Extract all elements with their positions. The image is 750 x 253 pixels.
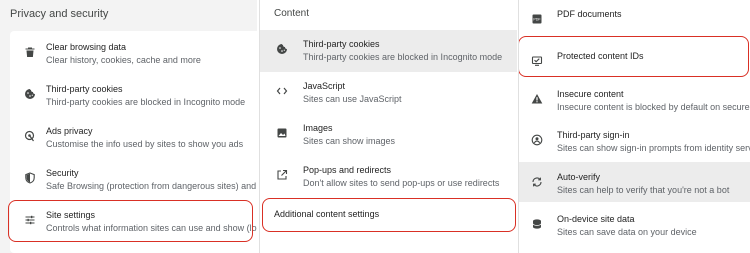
row-subtitle: Safe Browsing (protection from dangerous… [46, 181, 257, 191]
ads-privacy-row[interactable]: Ads privacy Customise the info used by s… [10, 125, 257, 150]
account-icon [529, 132, 545, 148]
row-subtitle: Don't allow sites to send pop-ups or use… [303, 178, 500, 188]
site-settings-highlight [8, 200, 253, 242]
image-icon [274, 125, 290, 141]
clear-browsing-data-row[interactable]: Clear browsing data Clear history, cooki… [10, 41, 257, 66]
svg-text:PDF: PDF [533, 18, 541, 22]
javascript-row[interactable]: JavaScript Sites can use JavaScript [260, 80, 517, 105]
row-subtitle: Sites can help to verify that you're not… [557, 185, 730, 195]
privacy-security-panel: Privacy and security Clear browsing data… [0, 0, 257, 253]
third-party-cookies-row[interactable]: Third-party cookies Third-party cookies … [10, 83, 257, 108]
row-subtitle: Sites can use JavaScript [303, 94, 402, 104]
auto-verify-row[interactable]: Auto-verify Sites can help to verify tha… [519, 171, 750, 196]
row-title: JavaScript [303, 81, 346, 91]
row-title: Clear browsing data [46, 42, 127, 52]
row-subtitle: Third-party cookies are blocked in Incog… [46, 97, 246, 107]
row-subtitle: Clear history, cookies, cache and more [46, 55, 201, 65]
third-party-sign-in-row[interactable]: Third-party sign-in Sites can show sign-… [519, 129, 750, 154]
protected-content-ids-highlight [519, 36, 749, 77]
cookie-icon [274, 41, 290, 57]
row-subtitle: Sites can show images [303, 136, 396, 146]
privacy-section-title: Privacy and security [10, 8, 109, 20]
open-external-icon [274, 167, 290, 183]
row-title: Ads privacy [46, 126, 93, 136]
auto-verify-icon [529, 174, 545, 190]
row-subtitle: Third-party cookies are blocked in Incog… [303, 52, 503, 62]
content-section-title: Content [274, 8, 310, 19]
content-third-party-cookies-row[interactable]: Third-party cookies Third-party cookies … [260, 38, 517, 63]
row-subtitle: Insecure content is blocked by default o… [557, 102, 750, 112]
row-title: Insecure content [557, 89, 624, 99]
pdf-icon: PDF [529, 11, 545, 27]
code-icon [274, 83, 290, 99]
security-row[interactable]: Security Safe Browsing (protection from … [10, 167, 257, 192]
row-subtitle: Sites can save data on your device [557, 227, 697, 237]
content-panel: Content Third-party cookies Third-party … [259, 0, 517, 253]
database-icon [529, 216, 545, 232]
row-title: Third-party cookies [46, 84, 123, 94]
row-title: Security [46, 168, 79, 178]
row-title: On-device site data [557, 214, 635, 224]
shield-icon [22, 170, 38, 186]
on-device-site-data-row[interactable]: On-device site data Sites can save data … [519, 213, 750, 238]
insecure-content-row[interactable]: Insecure content Insecure content is blo… [519, 88, 750, 113]
row-title: Third-party sign-in [557, 130, 630, 140]
row-title: Images [303, 123, 333, 133]
popups-redirects-row[interactable]: Pop-ups and redirects Don't allow sites … [260, 164, 517, 189]
cookie-icon [22, 86, 38, 102]
row-title: Pop-ups and redirects [303, 165, 392, 175]
ads-privacy-icon [22, 128, 38, 144]
row-title: Third-party cookies [303, 39, 380, 49]
row-subtitle: Customise the info used by sites to show… [46, 139, 244, 149]
images-row[interactable]: Images Sites can show images [260, 122, 517, 147]
additional-settings-panel: PDF PDF documents Protected content IDs … [518, 0, 750, 253]
pdf-documents-row[interactable]: PDF PDF documents [519, 8, 750, 27]
additional-content-settings-highlight [262, 198, 516, 232]
row-title: PDF documents [557, 9, 622, 19]
row-subtitle: Sites can show sign-in prompts from iden… [557, 143, 750, 153]
warning-icon [529, 91, 545, 107]
trash-icon [22, 44, 38, 60]
row-title: Auto-verify [557, 172, 601, 182]
